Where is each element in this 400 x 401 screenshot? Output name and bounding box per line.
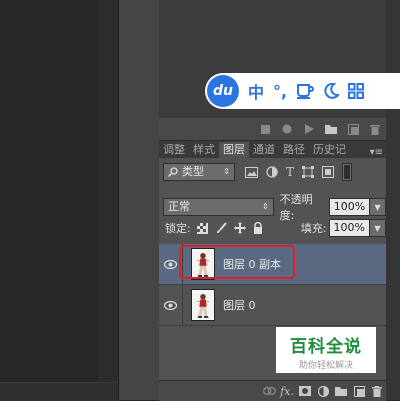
lock-all-icon[interactable]: [253, 222, 263, 234]
fill-field[interactable]: 100%: [328, 219, 370, 237]
lock-transparency-icon[interactable]: [196, 222, 208, 234]
lock-pixels-brush-icon[interactable]: [215, 222, 227, 234]
ime-language-toggle[interactable]: 中: [248, 79, 264, 103]
layer-row-original[interactable]: 图层 0: [159, 285, 386, 326]
lock-row: 锁定: 填充: 100% ▼: [159, 219, 386, 237]
watermark-title: 百科全说: [290, 337, 362, 357]
shape-filter-icon[interactable]: [302, 166, 315, 178]
panel-dock-edge: [386, 0, 400, 400]
lock-position-move-icon[interactable]: [233, 222, 246, 234]
filter-kind-select[interactable]: 类型 ⇕: [163, 163, 235, 181]
panel-menu-icon[interactable]: ▾≡: [370, 147, 386, 158]
new-action-icon[interactable]: [342, 123, 364, 135]
actions-toolbar: [159, 118, 386, 141]
collapsed-panel-strip[interactable]: [118, 0, 160, 400]
chevron-updown-icon: ⇕: [223, 167, 230, 176]
blend-mode-select[interactable]: 正常 ⇕: [163, 198, 274, 216]
annotation-highlight-box: [179, 245, 295, 279]
tab-history[interactable]: 历史记: [309, 142, 350, 158]
cup-icon[interactable]: [296, 83, 315, 99]
layer-name[interactable]: 图层 0: [223, 297, 256, 313]
opacity-field[interactable]: 100%: [328, 198, 371, 216]
type-filter-icon[interactable]: T: [286, 165, 294, 179]
fx-icon[interactable]: fx.: [278, 385, 296, 398]
ime-punctuation-toggle[interactable]: °,: [273, 82, 287, 101]
moon-icon[interactable]: [323, 83, 340, 99]
filter-toggle-switch[interactable]: [342, 163, 353, 181]
filter-kind-label: 类型: [182, 165, 204, 178]
canvas-scrollbar[interactable]: [99, 0, 119, 400]
trash-icon[interactable]: [364, 124, 386, 135]
opacity-slider-toggle[interactable]: ▼: [370, 198, 386, 216]
folder-icon[interactable]: [320, 124, 342, 134]
layer-thumbnail: [191, 289, 215, 321]
link-icon[interactable]: [260, 387, 278, 395]
ime-toolbar: du 中 °,: [205, 73, 400, 109]
canvas-status-bar: [0, 382, 118, 401]
play-icon[interactable]: [298, 124, 320, 134]
stop-icon[interactable]: [254, 124, 276, 134]
tab-adjustments[interactable]: 调整: [159, 142, 189, 158]
fill-slider-toggle[interactable]: ▼: [370, 219, 386, 237]
group-folder-icon[interactable]: [332, 386, 350, 396]
blend-mode-value: 正常: [168, 200, 190, 213]
watermark-subtitle: 助你轻松解决: [298, 361, 353, 371]
tab-layers[interactable]: 图层: [219, 142, 249, 158]
lock-label: 锁定:: [165, 222, 191, 235]
adjustment-icon[interactable]: [314, 385, 332, 397]
search-icon: [168, 167, 178, 177]
chevron-updown-icon: ⇕: [261, 202, 269, 211]
grid-icon[interactable]: [348, 83, 365, 99]
fill-label: 填充:: [300, 222, 327, 235]
eye-icon: [164, 300, 177, 310]
tab-channels[interactable]: 通道: [249, 142, 279, 158]
tab-styles[interactable]: 样式: [189, 142, 219, 158]
record-icon[interactable]: [276, 124, 298, 134]
watermark-logo: 百科全说 助你轻松解决: [276, 327, 376, 373]
delete-icon[interactable]: [368, 385, 386, 397]
adjustment-filter-icon[interactable]: [266, 166, 278, 178]
layer-filter-row: 类型 ⇕ T: [159, 163, 386, 181]
smart-object-filter-icon[interactable]: [322, 166, 335, 178]
mask-icon[interactable]: [296, 386, 314, 396]
new-layer-icon[interactable]: [350, 385, 368, 397]
visibility-toggle[interactable]: [159, 285, 183, 325]
tab-paths[interactable]: 路径: [279, 142, 309, 158]
layers-bottom-toolbar: fx.: [159, 380, 386, 401]
ime-logo[interactable]: du: [207, 75, 239, 107]
eye-icon: [164, 259, 177, 269]
panel-tabs: 调整 样式 图层 通道 路径 历史记 ▾≡: [159, 141, 386, 158]
pixel-filter-icon[interactable]: [245, 166, 258, 178]
